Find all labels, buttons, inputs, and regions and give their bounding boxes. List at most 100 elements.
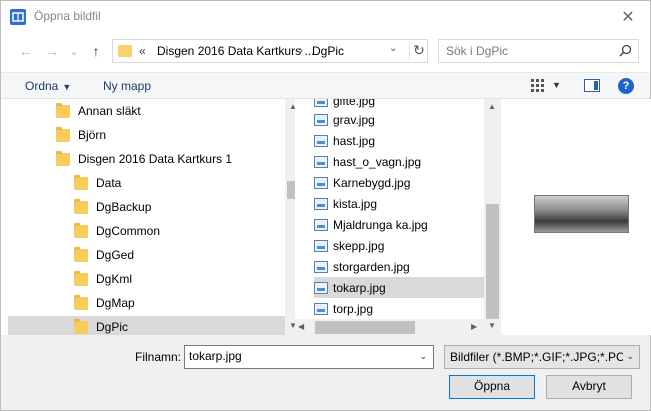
close-button[interactable]: ✕: [606, 1, 650, 32]
list-item[interactable]: grav.jpg: [314, 109, 486, 130]
tree-item[interactable]: DgCommon: [74, 220, 285, 242]
image-file-icon: [314, 302, 328, 315]
tree-item[interactable]: Annan släkt: [56, 100, 285, 122]
caret-down-icon: ▼: [62, 82, 72, 92]
file-name: Karnebygd.jpg: [333, 175, 411, 190]
recent-locations-button[interactable]: ⌄: [64, 40, 84, 62]
organize-button[interactable]: Ordna ▼: [25, 79, 71, 93]
filename-label: Filnamn:: [135, 350, 182, 364]
file-name: storgarden.jpg: [333, 259, 410, 274]
folder-icon: [56, 126, 70, 142]
breadcrumb-separator-icon[interactable]: ›: [299, 43, 303, 57]
search-placeholder: Sök i DgPic: [446, 44, 509, 58]
command-toolbar: Ordna ▼ Ny mapp ▼ ?: [1, 72, 650, 99]
preview-pane-toggle-icon[interactable]: [584, 79, 600, 92]
refresh-button[interactable]: ↻: [409, 42, 428, 60]
list-item[interactable]: skepp.jpg: [314, 235, 486, 256]
folder-icon: [74, 222, 88, 238]
tree-item-label: Disgen 2016 Data Kartkurs 1: [78, 152, 233, 166]
tree-item-label: Data: [96, 176, 122, 190]
scrollbar-thumb[interactable]: [287, 181, 295, 199]
scroll-left-icon[interactable]: ◀: [298, 322, 304, 331]
list-item[interactable]: hast_o_vagn.jpg: [314, 151, 486, 172]
tree-item[interactable]: DgKml: [74, 268, 285, 290]
tree-item-label: DgPic: [96, 320, 129, 334]
organize-label: Ordna: [25, 79, 59, 93]
scroll-down-icon[interactable]: ▼: [488, 321, 496, 330]
file-type-filter-select[interactable]: Bildfiler (*.BMP;*.GIF;*.JPG;*.PC ⌄: [444, 345, 640, 369]
file-list-vertical-scrollbar[interactable]: ▲ ▼: [484, 99, 501, 335]
file-name: kista.jpg: [333, 196, 378, 211]
file-list-horizontal-scrollbar[interactable]: ◀ ▶: [295, 319, 484, 336]
back-button[interactable]: ←: [16, 40, 36, 62]
close-icon: ✕: [621, 8, 635, 26]
forward-button[interactable]: →: [42, 40, 62, 62]
tree-item-label: DgMap: [96, 296, 135, 310]
address-bar[interactable]: « Disgen 2016 Data Kartkurs ... › DgPic …: [112, 39, 428, 63]
file-name: gifte.jpg: [333, 99, 376, 108]
folder-icon: [74, 198, 88, 214]
tree-item[interactable]: DgGed: [74, 244, 285, 266]
list-item[interactable]: kista.jpg: [314, 193, 486, 214]
folder-icon: [118, 45, 132, 57]
filename-input[interactable]: [185, 346, 410, 366]
back-arrow-icon: ←: [19, 43, 33, 59]
tree-item-label: DgKml: [96, 272, 133, 286]
tree-item[interactable]: Disgen 2016 Data Kartkurs 1: [56, 148, 285, 170]
tree-item[interactable]: Björn: [56, 124, 285, 146]
breadcrumb-overflow[interactable]: «: [139, 44, 146, 58]
tree-item-selected[interactable]: DgPic: [8, 316, 285, 335]
scrollbar-thumb[interactable]: [315, 321, 415, 334]
tree-item-label: DgBackup: [96, 200, 152, 214]
preview-pane: [501, 99, 651, 335]
view-dropdown-icon[interactable]: ▼: [552, 80, 561, 90]
tree-vertical-scrollbar[interactable]: ▲ ▼: [285, 99, 295, 335]
cancel-button[interactable]: Avbryt: [546, 375, 632, 399]
image-file-icon: [314, 281, 328, 294]
image-file-icon: [314, 218, 328, 231]
file-name: hast_o_vagn.jpg: [333, 154, 422, 169]
list-item[interactable]: torp.jpg: [314, 298, 486, 319]
list-item[interactable]: Mjaldrunga ka.jpg: [314, 214, 486, 235]
breadcrumb-segment[interactable]: Disgen 2016 Data Kartkurs ...: [157, 44, 314, 58]
search-icon: [619, 44, 632, 60]
help-icon[interactable]: ?: [618, 78, 634, 94]
navigation-tree[interactable]: Annan släkt Björn Disgen 2016 Data Kartk…: [8, 99, 295, 335]
tree-item[interactable]: DgBackup: [74, 196, 285, 218]
search-field[interactable]: Sök i DgPic: [438, 39, 639, 63]
tree-item[interactable]: DgMap: [74, 292, 285, 314]
view-options-icon[interactable]: [531, 79, 545, 95]
tree-item[interactable]: Data: [74, 172, 285, 194]
breadcrumb-segment-current[interactable]: DgPic: [312, 44, 344, 58]
image-file-icon: [314, 260, 328, 273]
navigation-bar: ← → ⌄ ↑ « Disgen 2016 Data Kartkurs ... …: [1, 32, 650, 72]
folder-icon: [74, 246, 88, 262]
image-file-icon: [314, 155, 328, 168]
new-folder-button[interactable]: Ny mapp: [103, 79, 151, 93]
file-name: torp.jpg: [333, 301, 374, 316]
open-button[interactable]: Öppna: [449, 375, 535, 399]
file-name: Mjaldrunga ka.jpg: [333, 217, 428, 232]
open-image-dialog: Öppna bildfil ✕ ← → ⌄ ↑ « Disgen 2016 Da…: [0, 0, 651, 411]
scroll-up-icon[interactable]: ▲: [488, 102, 496, 111]
folder-icon: [56, 102, 70, 118]
scroll-right-icon[interactable]: ▶: [471, 322, 477, 331]
chevron-down-icon[interactable]: ⌄: [419, 351, 427, 362]
up-arrow-icon: ↑: [92, 43, 100, 59]
list-item[interactable]: Karnebygd.jpg: [314, 172, 486, 193]
list-item[interactable]: storgarden.jpg: [314, 256, 486, 277]
tree-item-label: DgGed: [96, 248, 135, 262]
filename-combobox[interactable]: ⌄: [184, 345, 434, 369]
tree-item-label: Björn: [78, 128, 107, 142]
chevron-down-icon: ⌄: [69, 45, 79, 58]
address-dropdown-icon[interactable]: ⌄: [389, 43, 397, 54]
list-item-selected[interactable]: tokarp.jpg: [314, 277, 486, 298]
scrollbar-thumb[interactable]: [486, 204, 499, 319]
up-folder-button[interactable]: ↑: [86, 40, 106, 62]
list-item[interactable]: hast.jpg: [314, 130, 486, 151]
scroll-up-icon[interactable]: ▲: [289, 102, 295, 111]
content-area: Annan släkt Björn Disgen 2016 Data Kartk…: [1, 99, 651, 336]
file-list[interactable]: gifte.jpg grav.jpg hast.jpg hast_o_vagn.…: [305, 99, 501, 335]
image-preview: [534, 195, 629, 233]
forward-arrow-icon: →: [45, 43, 59, 59]
